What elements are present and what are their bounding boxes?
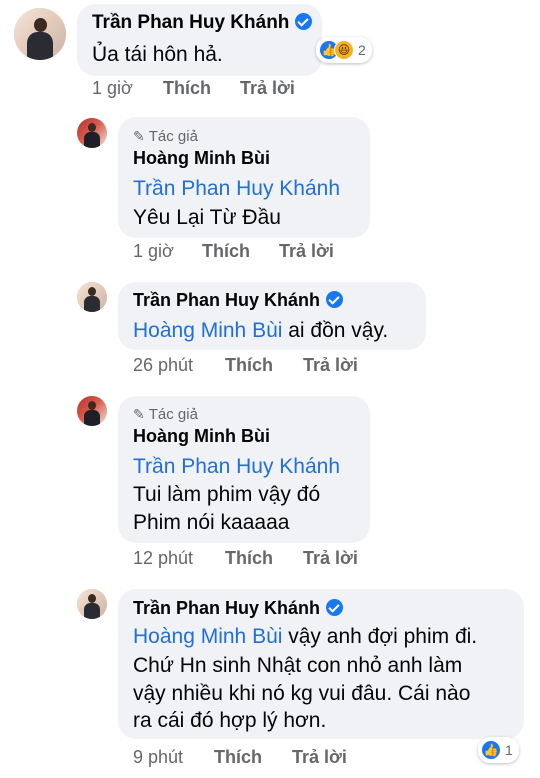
avatar[interactable]	[77, 589, 107, 619]
mention-link[interactable]: Trần Phan Huy Khánh	[133, 452, 340, 481]
mention-link[interactable]: Hoàng Minh Bùi	[133, 625, 282, 648]
comment-text: vậy nhiều khi nó kg vui đâu. Cái nào	[133, 682, 471, 705]
timestamp[interactable]: 12 phút	[133, 548, 193, 568]
comment-meta: 12 phút Thích Trả lời	[133, 548, 358, 569]
like-button[interactable]: Thích	[202, 241, 250, 262]
avatar[interactable]	[77, 118, 107, 148]
reaction-count: 1	[505, 742, 513, 758]
avatar[interactable]	[77, 396, 107, 426]
verified-badge-icon	[326, 599, 344, 616]
like-icon: 👍	[481, 740, 501, 760]
comment-meta: 1 giờ Thích Trả lời	[133, 241, 334, 262]
reply-button[interactable]: Trả lời	[279, 241, 334, 262]
comment-text: ra cái đó hợp lý hơn.	[133, 709, 327, 732]
avatar[interactable]	[14, 8, 66, 60]
like-button[interactable]: Thích	[225, 548, 273, 569]
reply-button[interactable]: Trả lời	[292, 747, 347, 768]
like-button[interactable]: Thích	[163, 78, 211, 99]
comment-text: Tui làm phim vậy đó	[133, 483, 321, 506]
like-button[interactable]: Thích	[214, 747, 262, 768]
timestamp[interactable]: 26 phút	[133, 355, 193, 375]
reaction-count: 2	[358, 42, 366, 58]
pencil-icon: ✎	[133, 128, 145, 144]
comment-text: Phim nói kaaaaa	[133, 511, 290, 534]
comment-meta: 1 giờ Thích Trả lời	[92, 78, 295, 99]
commenter-name[interactable]: Hoàng Minh Bùi	[133, 148, 270, 169]
comment-text: Yêu Lại Từ Đầu	[133, 206, 281, 229]
comment-text: Hoàng Minh Bùi vậy anh đợi phim đi.	[133, 625, 478, 648]
reply-button[interactable]: Trả lời	[303, 355, 358, 376]
like-button[interactable]: Thích	[225, 355, 273, 376]
author-badge: ✎ Tác giả	[133, 406, 198, 423]
author-badge: ✎ Tác giả	[133, 128, 198, 145]
comment-text: Chứ Hn sinh Nhật con nhỏ anh làm	[133, 654, 463, 677]
avatar[interactable]	[77, 282, 107, 312]
mention-link[interactable]: Hoàng Minh Bùi	[133, 319, 282, 342]
reply-button[interactable]: Trả lời	[240, 78, 295, 99]
mention-link[interactable]: Trần Phan Huy Khánh	[133, 174, 340, 203]
comment-text: Ủa tái hôn hả.	[92, 43, 223, 66]
verified-badge-icon	[295, 13, 313, 30]
timestamp[interactable]: 1 giờ	[92, 78, 133, 98]
commenter-name[interactable]: Trần Phan Huy Khánh	[133, 598, 344, 619]
commenter-name[interactable]: Hoàng Minh Bùi	[133, 426, 270, 447]
reaction-summary[interactable]: 👍 1	[478, 737, 519, 763]
reply-button[interactable]: Trả lời	[303, 548, 358, 569]
comment-meta: 9 phút Thích Trả lời	[133, 747, 347, 768]
haha-icon: 😆	[334, 40, 354, 60]
comment-meta: 26 phút Thích Trả lời	[133, 355, 358, 376]
pencil-icon: ✎	[133, 406, 145, 422]
commenter-name[interactable]: Trần Phan Huy Khánh	[133, 290, 344, 311]
comment-text: Hoàng Minh Bùi ai đồn vậy.	[133, 319, 389, 342]
timestamp[interactable]: 9 phút	[133, 747, 183, 767]
reaction-summary[interactable]: 👍 😆 2	[316, 37, 372, 63]
commenter-name[interactable]: Trần Phan Huy Khánh	[92, 12, 313, 34]
verified-badge-icon	[326, 291, 344, 308]
timestamp[interactable]: 1 giờ	[133, 241, 174, 261]
